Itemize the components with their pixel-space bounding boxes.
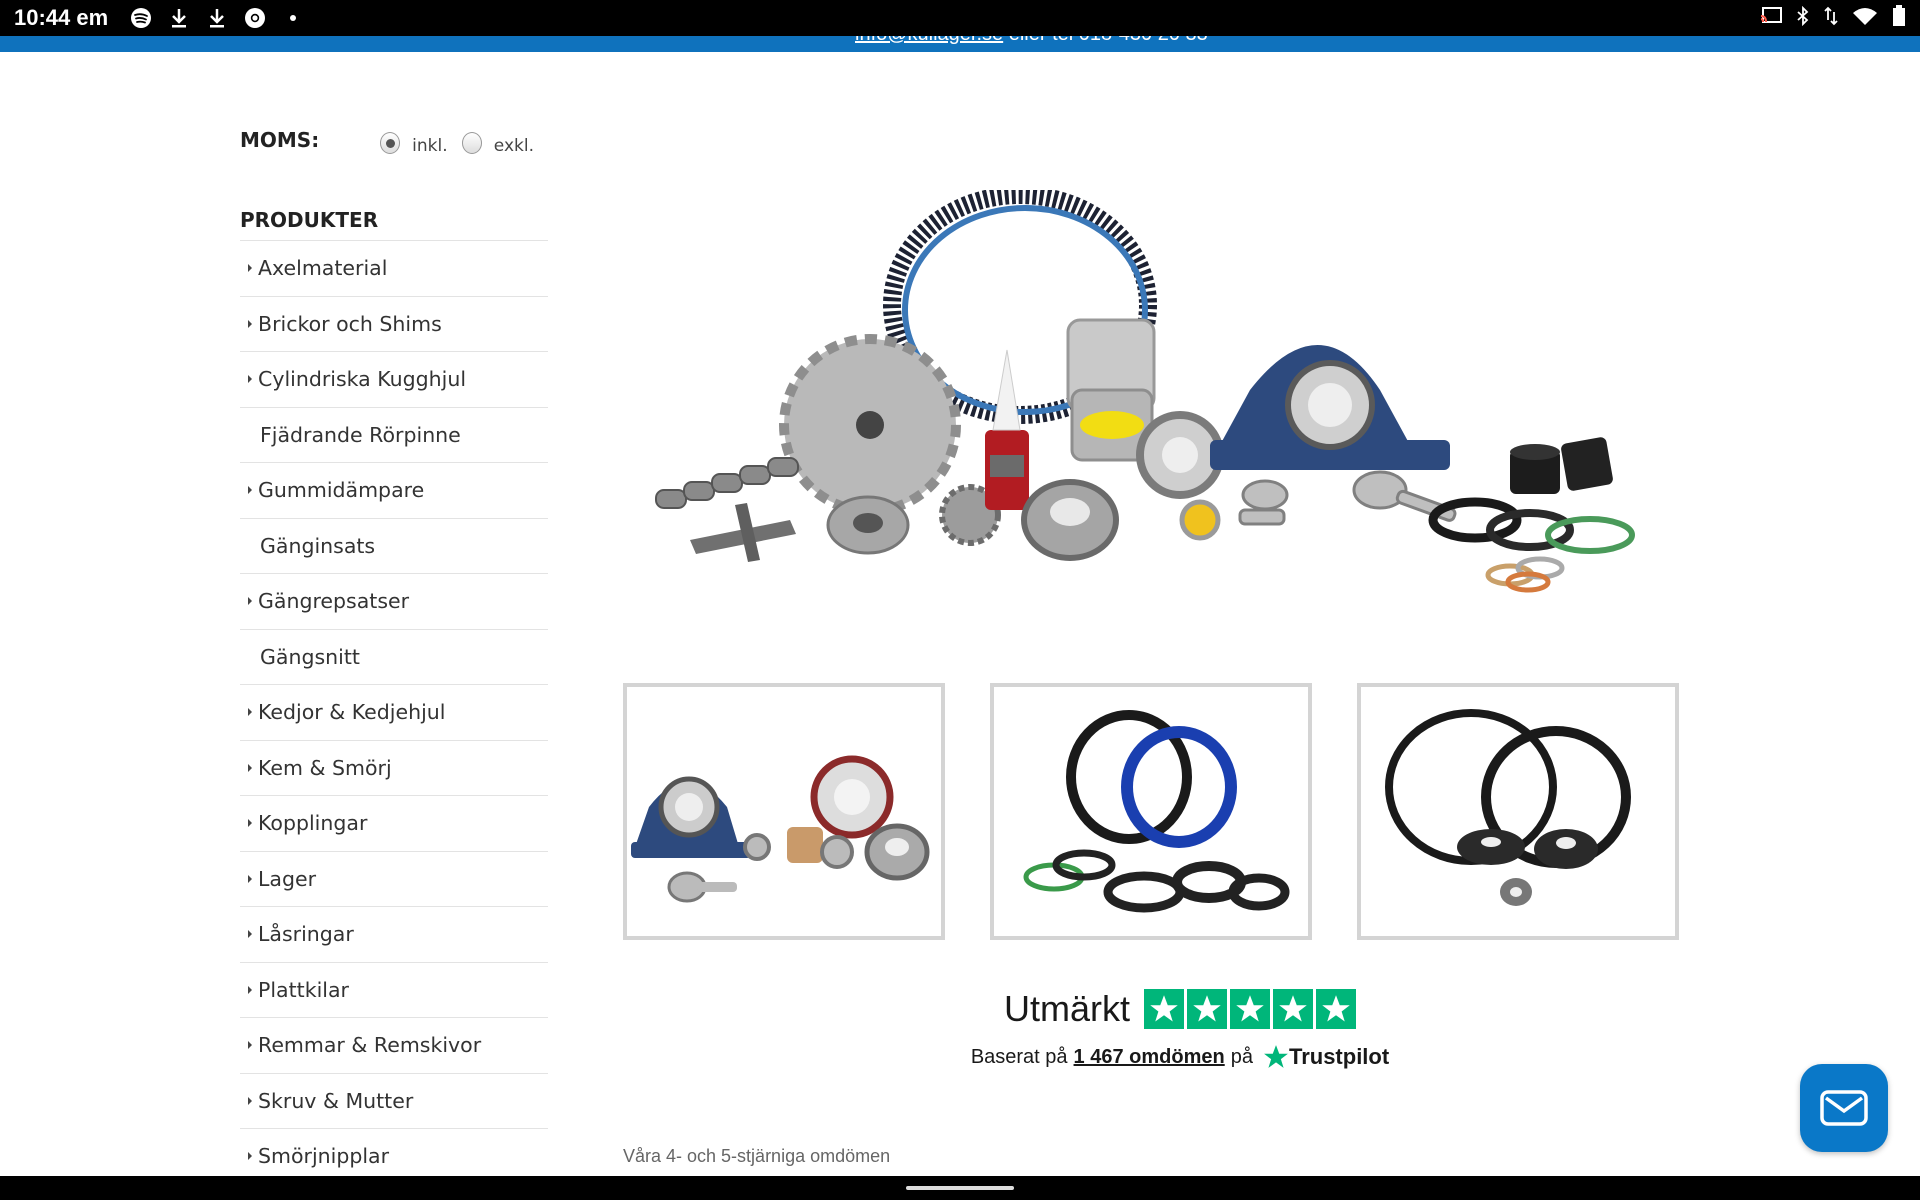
vat-toggle: MOMS: inkl. exkl.	[240, 120, 548, 160]
vat-incl-label: inkl.	[412, 136, 448, 156]
category-label: Gänginsats	[260, 533, 376, 558]
category-label: Fjädrande Rörpinne	[260, 422, 461, 447]
hero-product-image[interactable]	[640, 186, 1660, 610]
phone-text: eller tel 018-430 20 33	[1003, 36, 1208, 45]
trustpilot-widget[interactable]: Utmärkt Baserat på 1 467 omdömen på Trus…	[900, 988, 1460, 1070]
download-icon	[168, 7, 190, 29]
category-label: Skruv & Mutter	[258, 1088, 414, 1113]
cast-icon	[1760, 7, 1782, 29]
vat-excl-radio[interactable]	[461, 132, 482, 154]
category-label: Gängrepsatser	[258, 589, 410, 614]
sidebar: MOMS: inkl. exkl. PRODUKTER Axelmaterial…	[240, 120, 548, 1185]
category-item[interactable]: Cylindriska Kugghjul	[240, 352, 548, 408]
trustpilot-stars	[1144, 989, 1356, 1029]
trustpilot-brand: Trustpilot	[1288, 1044, 1390, 1069]
trustpilot-star	[1316, 989, 1356, 1029]
caret-right-icon	[248, 319, 252, 328]
trustpilot-review-count-link[interactable]: 1 467 omdömen	[1074, 1046, 1225, 1069]
category-item[interactable]: Skruv & Mutter	[240, 1074, 548, 1129]
wifi-icon	[1852, 6, 1878, 30]
category-list: Axelmaterial Brickor och Shims Cylindriska…	[240, 241, 548, 1185]
category-item[interactable]: Kopplingar	[240, 796, 548, 852]
caret-right-icon	[248, 486, 252, 495]
caret-right-icon	[248, 874, 252, 883]
vat-incl-radio[interactable]	[379, 132, 401, 154]
trustpilot-star	[1144, 989, 1184, 1029]
caret-right-icon	[248, 1041, 252, 1050]
download-icon	[206, 7, 228, 29]
category-item[interactable]: Gänginsats	[240, 519, 548, 574]
category-item[interactable]: Kedjor & Kedjehjul	[240, 685, 548, 741]
reviews-note: Våra 4- och 5-stjärniga omdömen	[623, 1146, 891, 1166]
vat-excl-label: exkl.	[493, 136, 534, 156]
category-thumbnail-seals[interactable]	[990, 683, 1312, 940]
category-item[interactable]: Gängrepsatser	[240, 574, 548, 630]
dot-icon	[282, 7, 304, 29]
trustpilot-star-icon	[1264, 1045, 1288, 1068]
category-item[interactable]: Brickor och Shims	[240, 297, 548, 352]
category-item[interactable]: Plattkilar	[240, 963, 548, 1018]
status-right-icons	[1760, 5, 1906, 31]
category-label: Axelmaterial	[258, 256, 388, 281]
category-thumbnail-belts[interactable]	[1357, 683, 1679, 940]
products-heading: PRODUKTER	[240, 208, 548, 241]
category-label: Kopplingar	[258, 811, 368, 836]
trustpilot-based-on: Baserat på	[970, 1045, 1068, 1068]
spotify-icon	[130, 7, 152, 29]
category-thumbnail-bearings[interactable]	[623, 683, 945, 940]
caret-right-icon	[248, 1096, 252, 1105]
category-item[interactable]: Fjädrande Rörpinne	[240, 408, 548, 463]
trustpilot-on: på	[1230, 1045, 1253, 1068]
category-label: Cylindriska Kugghjul	[258, 367, 467, 392]
trustpilot-rating-word: Utmärkt	[1004, 988, 1130, 1029]
trustpilot-star	[1187, 989, 1227, 1029]
chat-button[interactable]	[1800, 1064, 1888, 1152]
status-time: 10:44 em	[14, 5, 109, 30]
category-item[interactable]: Lager	[240, 852, 548, 907]
nav-bar	[0, 1176, 1920, 1200]
category-label: Remmar & Remskivor	[258, 1033, 482, 1058]
category-label: Kedjor & Kedjehjul	[258, 700, 446, 725]
category-label: Lager	[258, 866, 317, 891]
bluetooth-icon	[1796, 5, 1810, 30]
category-item[interactable]: Gängsnitt	[240, 630, 548, 685]
mail-icon	[1820, 1090, 1868, 1126]
caret-right-icon	[248, 264, 252, 273]
caret-right-icon	[248, 708, 252, 717]
category-item[interactable]: Kem & Smörj	[240, 741, 548, 796]
category-label: Brickor och Shims	[258, 311, 442, 336]
category-label: Plattkilar	[258, 977, 349, 1002]
contact-info: info@kullager.se eller tel 018-430 20 33	[855, 36, 1208, 46]
status-bar: 10:44 em	[0, 0, 1920, 36]
caret-right-icon	[248, 985, 252, 994]
trustpilot-star	[1230, 989, 1270, 1029]
gesture-handle[interactable]	[906, 1186, 1014, 1190]
caret-right-icon	[248, 819, 252, 828]
category-item[interactable]: Remmar & Remskivor	[240, 1018, 548, 1074]
caret-right-icon	[248, 763, 252, 772]
battery-icon	[1892, 5, 1906, 31]
caret-right-icon	[248, 1152, 252, 1161]
trustpilot-star	[1273, 989, 1313, 1029]
chrome-icon	[244, 7, 266, 29]
trustpilot-logo[interactable]: Trustpilot	[1263, 1044, 1389, 1070]
category-label: Kem & Smörj	[258, 755, 392, 780]
category-label: Gängsnitt	[260, 644, 360, 669]
category-label: Smörjnipplar	[258, 1144, 390, 1169]
category-item[interactable]: Gummidämpare	[240, 463, 548, 519]
caret-right-icon	[248, 375, 252, 384]
vat-label: MOMS:	[240, 128, 320, 152]
category-item[interactable]: Axelmaterial	[240, 241, 548, 297]
category-label: Gummidämpare	[258, 478, 425, 503]
caret-right-icon	[248, 930, 252, 939]
category-item[interactable]: Låsringar	[240, 907, 548, 963]
category-label: Låsringar	[258, 922, 354, 947]
header-strip: info@kullager.se eller tel 018-430 20 33	[0, 36, 1920, 52]
data-arrows-icon	[1824, 6, 1838, 30]
email-link[interactable]: info@kullager.se	[855, 36, 1003, 45]
caret-right-icon	[248, 597, 252, 606]
